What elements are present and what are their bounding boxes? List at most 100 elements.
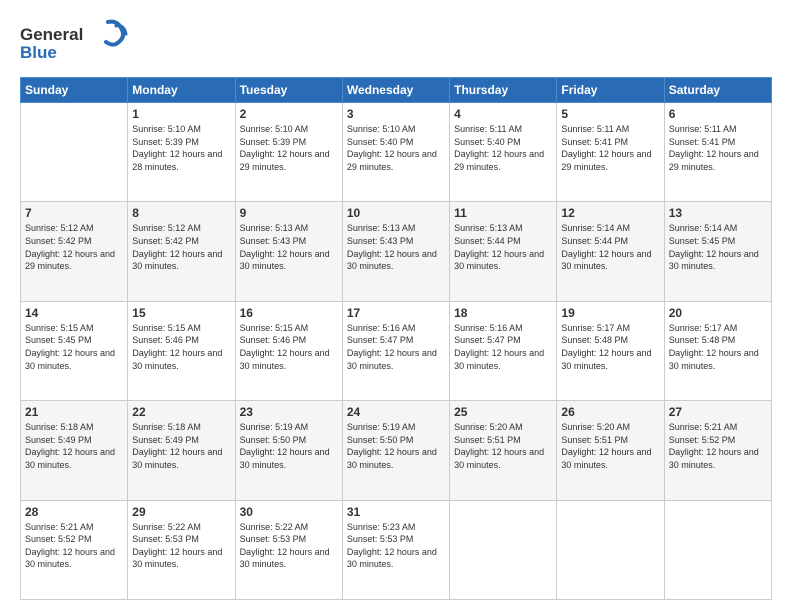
calendar-cell: 11Sunrise: 5:13 AMSunset: 5:44 PMDayligh… [450, 202, 557, 301]
day-number: 4 [454, 107, 552, 121]
calendar-cell: 1 Sunrise: 5:10 AMSunset: 5:39 PMDaylight… [128, 103, 235, 202]
week-row-2: 7Sunrise: 5:12 AMSunset: 5:42 PMDaylight… [21, 202, 772, 301]
logo: General Blue [20, 18, 130, 67]
day-number: 26 [561, 405, 659, 419]
weekday-header-friday: Friday [557, 78, 664, 103]
weekday-header-saturday: Saturday [664, 78, 771, 103]
calendar-cell: 13 Sunrise: 5:14 AMSunset: 5:45 PMDayligh… [664, 202, 771, 301]
day-number: 10 [347, 206, 445, 220]
cell-info: Sunrise: 5:10 AMSunset: 5:39 PMDaylight:… [240, 123, 338, 173]
cell-info: Sunrise: 5:15 AMSunset: 5:46 PMDaylight:… [240, 322, 338, 372]
day-number: 17 [347, 306, 445, 320]
cell-info: Sunrise: 5:18 AMSunset: 5:49 PMDaylight:… [25, 421, 123, 471]
svg-text:General: General [20, 25, 83, 44]
calendar-cell: 31Sunrise: 5:23 AMSunset: 5:53 PMDayligh… [342, 500, 449, 599]
calendar-cell: 27 Sunrise: 5:21 AMSunset: 5:52 PMDayligh… [664, 401, 771, 500]
cell-info: Sunrise: 5:21 AMSunset: 5:52 PMDaylight:… [669, 421, 767, 471]
week-row-4: 21 Sunrise: 5:18 AMSunset: 5:49 PMDayligh… [21, 401, 772, 500]
calendar-cell [21, 103, 128, 202]
calendar-cell: 12 Sunrise: 5:14 AMSunset: 5:44 PMDayligh… [557, 202, 664, 301]
calendar-cell: 6 Sunrise: 5:11 AMSunset: 5:41 PMDaylight… [664, 103, 771, 202]
cell-info: Sunrise: 5:22 AMSunset: 5:53 PMDaylight:… [240, 521, 338, 571]
day-number: 15 [132, 306, 230, 320]
calendar-cell: 16 Sunrise: 5:15 AMSunset: 5:46 PMDayligh… [235, 301, 342, 400]
cell-info: Sunrise: 5:14 AMSunset: 5:45 PMDaylight:… [669, 222, 767, 272]
calendar-cell: 4 Sunrise: 5:11 AMSunset: 5:40 PMDaylight… [450, 103, 557, 202]
day-number: 2 [240, 107, 338, 121]
calendar-cell: 17 Sunrise: 5:16 AMSunset: 5:47 PMDayligh… [342, 301, 449, 400]
cell-info: Sunrise: 5:13 AMSunset: 5:43 PMDaylight:… [347, 222, 445, 272]
day-number: 27 [669, 405, 767, 419]
cell-info: Sunrise: 5:16 AMSunset: 5:47 PMDaylight:… [454, 322, 552, 372]
cell-info: Sunrise: 5:17 AMSunset: 5:48 PMDaylight:… [561, 322, 659, 372]
day-number: 20 [669, 306, 767, 320]
cell-info: Sunrise: 5:10 AMSunset: 5:39 PMDaylight:… [132, 123, 230, 173]
calendar-cell: 26 Sunrise: 5:20 AMSunset: 5:51 PMDayligh… [557, 401, 664, 500]
calendar-cell: 10 Sunrise: 5:13 AMSunset: 5:43 PMDayligh… [342, 202, 449, 301]
calendar-cell: 3Sunrise: 5:10 AMSunset: 5:40 PMDaylight… [342, 103, 449, 202]
day-number: 19 [561, 306, 659, 320]
week-row-5: 28Sunrise: 5:21 AMSunset: 5:52 PMDayligh… [21, 500, 772, 599]
day-number: 1 [132, 107, 230, 121]
calendar-cell: 25Sunrise: 5:20 AMSunset: 5:51 PMDayligh… [450, 401, 557, 500]
calendar-cell: 9 Sunrise: 5:13 AMSunset: 5:43 PMDaylight… [235, 202, 342, 301]
cell-info: Sunrise: 5:17 AMSunset: 5:48 PMDaylight:… [669, 322, 767, 372]
calendar-cell: 21 Sunrise: 5:18 AMSunset: 5:49 PMDayligh… [21, 401, 128, 500]
calendar-cell [450, 500, 557, 599]
day-number: 21 [25, 405, 123, 419]
day-number: 18 [454, 306, 552, 320]
cell-info: Sunrise: 5:22 AMSunset: 5:53 PMDaylight:… [132, 521, 230, 571]
day-number: 9 [240, 206, 338, 220]
day-number: 7 [25, 206, 123, 220]
calendar-cell: 28Sunrise: 5:21 AMSunset: 5:52 PMDayligh… [21, 500, 128, 599]
cell-info: Sunrise: 5:19 AMSunset: 5:50 PMDaylight:… [240, 421, 338, 471]
calendar-cell: 19 Sunrise: 5:17 AMSunset: 5:48 PMDayligh… [557, 301, 664, 400]
cell-info: Sunrise: 5:13 AMSunset: 5:44 PMDaylight:… [454, 222, 552, 272]
cell-info: Sunrise: 5:13 AMSunset: 5:43 PMDaylight:… [240, 222, 338, 272]
day-number: 28 [25, 505, 123, 519]
day-number: 6 [669, 107, 767, 121]
cell-info: Sunrise: 5:16 AMSunset: 5:47 PMDaylight:… [347, 322, 445, 372]
weekday-header-monday: Monday [128, 78, 235, 103]
calendar-cell [557, 500, 664, 599]
cell-info: Sunrise: 5:11 AMSunset: 5:40 PMDaylight:… [454, 123, 552, 173]
calendar-cell: 2 Sunrise: 5:10 AMSunset: 5:39 PMDaylight… [235, 103, 342, 202]
day-number: 30 [240, 505, 338, 519]
calendar-cell: 23Sunrise: 5:19 AMSunset: 5:50 PMDayligh… [235, 401, 342, 500]
cell-info: Sunrise: 5:20 AMSunset: 5:51 PMDaylight:… [454, 421, 552, 471]
cell-info: Sunrise: 5:15 AMSunset: 5:45 PMDaylight:… [25, 322, 123, 372]
cell-info: Sunrise: 5:18 AMSunset: 5:49 PMDaylight:… [132, 421, 230, 471]
calendar-cell: 7Sunrise: 5:12 AMSunset: 5:42 PMDaylight… [21, 202, 128, 301]
calendar-cell: 30 Sunrise: 5:22 AMSunset: 5:53 PMDayligh… [235, 500, 342, 599]
calendar-cell: 15 Sunrise: 5:15 AMSunset: 5:46 PMDayligh… [128, 301, 235, 400]
calendar-table: SundayMondayTuesdayWednesdayThursdayFrid… [20, 77, 772, 600]
cell-info: Sunrise: 5:11 AMSunset: 5:41 PMDaylight:… [669, 123, 767, 173]
cell-info: Sunrise: 5:15 AMSunset: 5:46 PMDaylight:… [132, 322, 230, 372]
calendar-cell: 22Sunrise: 5:18 AMSunset: 5:49 PMDayligh… [128, 401, 235, 500]
calendar-cell: 14 Sunrise: 5:15 AMSunset: 5:45 PMDayligh… [21, 301, 128, 400]
week-row-1: 1 Sunrise: 5:10 AMSunset: 5:39 PMDaylight… [21, 103, 772, 202]
weekday-header-thursday: Thursday [450, 78, 557, 103]
page: General Blue SundayMondayTuesdayWednesda… [0, 0, 792, 612]
day-number: 13 [669, 206, 767, 220]
logo-svg: General Blue [20, 18, 130, 62]
cell-info: Sunrise: 5:20 AMSunset: 5:51 PMDaylight:… [561, 421, 659, 471]
day-number: 3 [347, 107, 445, 121]
day-number: 14 [25, 306, 123, 320]
calendar-cell: 8Sunrise: 5:12 AMSunset: 5:42 PMDaylight… [128, 202, 235, 301]
weekday-header-wednesday: Wednesday [342, 78, 449, 103]
calendar-cell [664, 500, 771, 599]
day-number: 12 [561, 206, 659, 220]
calendar-cell: 18 Sunrise: 5:16 AMSunset: 5:47 PMDayligh… [450, 301, 557, 400]
day-number: 29 [132, 505, 230, 519]
weekday-header-sunday: Sunday [21, 78, 128, 103]
day-number: 8 [132, 206, 230, 220]
cell-info: Sunrise: 5:23 AMSunset: 5:53 PMDaylight:… [347, 521, 445, 571]
cell-info: Sunrise: 5:19 AMSunset: 5:50 PMDaylight:… [347, 421, 445, 471]
day-number: 24 [347, 405, 445, 419]
day-number: 16 [240, 306, 338, 320]
week-row-3: 14 Sunrise: 5:15 AMSunset: 5:45 PMDayligh… [21, 301, 772, 400]
logo-block: General Blue [20, 18, 130, 67]
cell-info: Sunrise: 5:14 AMSunset: 5:44 PMDaylight:… [561, 222, 659, 272]
header: General Blue [20, 18, 772, 67]
